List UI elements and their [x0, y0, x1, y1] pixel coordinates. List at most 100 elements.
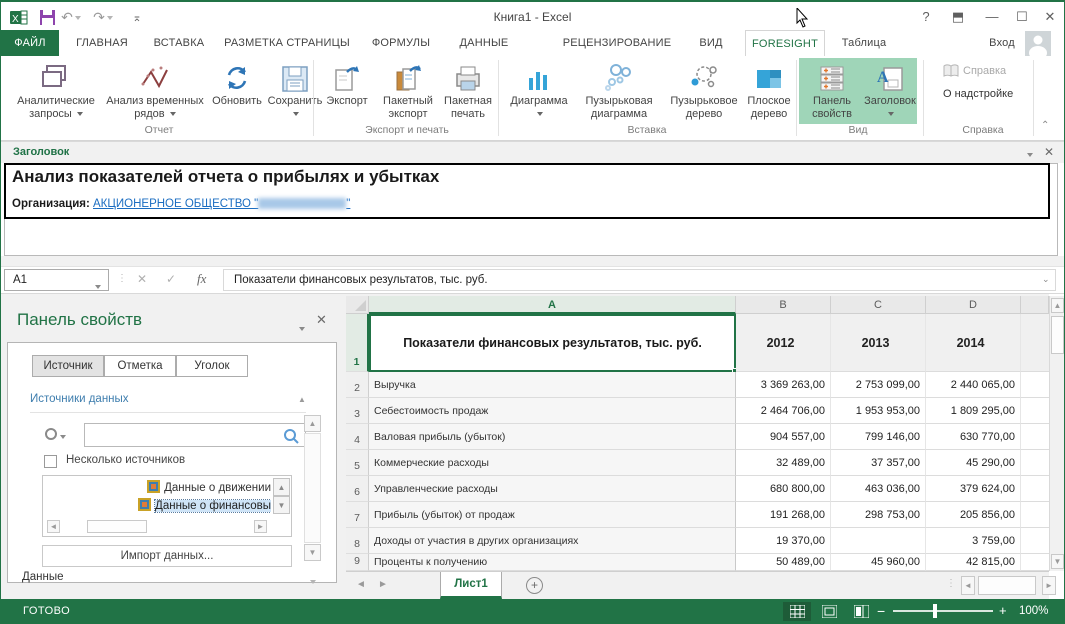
export-button[interactable]: Экспорт — [319, 58, 375, 108]
column-header-a[interactable]: A — [369, 296, 736, 314]
row-header[interactable]: 7 — [346, 502, 369, 528]
cell-value[interactable]: 45 960,00 — [831, 554, 926, 571]
flat-tree-button[interactable]: Плоское дерево — [743, 58, 795, 121]
list-item[interactable]: Данные о движении — [43, 478, 271, 496]
cell-value[interactable]: 379 624,00 — [926, 476, 1021, 502]
bubble-tree-button[interactable]: Пузырьковое дерево — [665, 58, 743, 121]
move-up-icon[interactable]: ▲ — [273, 478, 290, 496]
row-header[interactable]: 9 — [346, 554, 369, 571]
batch-export-button[interactable]: Пакетный экспорт — [375, 58, 441, 121]
tab-splitter[interactable]: ⋮ — [946, 578, 956, 589]
page-layout-view-icon[interactable] — [815, 602, 843, 621]
tab-formulas[interactable]: ФОРМУЛЫ — [361, 30, 441, 56]
tab-foresight[interactable]: FORESIGHT — [745, 30, 825, 56]
cell-value[interactable]: 799 146,00 — [831, 424, 926, 450]
cell-value[interactable]: 45 290,00 — [926, 450, 1021, 476]
cell-empty[interactable] — [1021, 528, 1049, 554]
column-header-b[interactable]: B — [736, 296, 831, 314]
name-box-splitter[interactable]: ⋮ — [117, 273, 127, 284]
cell-empty[interactable] — [1021, 398, 1049, 424]
sheet-nav-left-icon[interactable]: ◄ — [356, 579, 366, 590]
row-header-1[interactable]: 1 — [346, 314, 369, 372]
cell-label[interactable]: Валовая прибыль (убыток) — [369, 424, 736, 450]
bubble-chart-button[interactable]: Пузырьковая диаграмма — [573, 58, 665, 121]
sign-in-link[interactable]: Вход — [983, 30, 1021, 56]
cell-label[interactable]: Себестоимость продаж — [369, 398, 736, 424]
cell-c1[interactable]: 2013 — [831, 314, 926, 372]
row-header[interactable]: 4 — [346, 424, 369, 450]
chart-button[interactable]: Диаграмма — [505, 58, 573, 121]
section-collapse-icon[interactable]: ▲ — [298, 395, 306, 404]
cell-empty[interactable] — [1021, 424, 1049, 450]
cell-value[interactable]: 19 370,00 — [736, 528, 831, 554]
source-search-input[interactable] — [84, 423, 306, 447]
cell-empty[interactable] — [1021, 476, 1049, 502]
cell-value[interactable] — [831, 528, 926, 554]
cell-value[interactable]: 904 557,00 — [736, 424, 831, 450]
cell-value[interactable]: 3 759,00 — [926, 528, 1021, 554]
time-series-analysis-button[interactable]: Анализ временных рядов — [103, 58, 207, 121]
analytic-queries-button[interactable]: Аналитические запросы — [9, 58, 103, 121]
cell-d1[interactable]: 2014 — [926, 314, 1021, 372]
header-toggle-button[interactable]: A Заголовок — [863, 58, 917, 121]
cell-label[interactable]: Проценты к получению — [369, 554, 736, 571]
help-icon[interactable]: ? — [913, 8, 939, 26]
zoom-slider-track[interactable] — [893, 610, 993, 612]
sheet-tab-active[interactable]: Лист1 — [440, 572, 502, 599]
page-break-view-icon[interactable] — [847, 602, 875, 621]
cell-value[interactable]: 2 464 706,00 — [736, 398, 831, 424]
cell-empty[interactable] — [1021, 450, 1049, 476]
cell-label[interactable]: Доходы от участия в других организациях — [369, 528, 736, 554]
move-down-icon[interactable]: ▼ — [273, 496, 290, 514]
column-header-c[interactable]: C — [831, 296, 926, 314]
about-addin-button[interactable]: О надстройке — [943, 88, 1013, 100]
scroll-up-icon[interactable]: ▲ — [304, 415, 321, 432]
zoom-out-icon[interactable]: − — [877, 603, 885, 619]
cell-a1-selected[interactable]: Показатели финансовых результатов, тыс. … — [369, 314, 736, 372]
row-header[interactable]: 6 — [346, 476, 369, 502]
cell-value[interactable]: 50 489,00 — [736, 554, 831, 571]
cell-label[interactable]: Выручка — [369, 372, 736, 398]
grid-vscrollbar[interactable]: ▲ ▼ — [1049, 296, 1064, 571]
tab-page-layout[interactable]: РАЗМЕТКА СТРАНИЦЫ — [221, 30, 353, 56]
list-item-selected[interactable]: Данные о финансовы — [43, 496, 271, 514]
collapse-panel-icon[interactable] — [1025, 146, 1033, 164]
tab-file[interactable]: ФАЙЛ — [1, 30, 59, 56]
scroll-down-icon[interactable]: ▼ — [304, 544, 321, 561]
formula-input[interactable]: Показатели финансовых результатов, тыс. … — [223, 269, 1056, 291]
cell-value[interactable]: 42 815,00 — [926, 554, 1021, 571]
report-header-block[interactable]: Анализ показателей отчета о прибылях и у… — [4, 163, 1050, 219]
cell-empty[interactable] — [1021, 372, 1049, 398]
ribbon-display-options-icon[interactable]: ⬒ — [945, 8, 971, 26]
zoom-in-icon[interactable]: + — [999, 603, 1007, 618]
panel-scrollbar-track[interactable] — [304, 433, 321, 543]
cell-value[interactable]: 1 953 953,00 — [831, 398, 926, 424]
close-header-panel-icon[interactable]: ✕ — [1044, 145, 1054, 159]
insert-function-icon[interactable]: fx — [197, 271, 206, 287]
tab-insert[interactable]: ВСТАВКА — [145, 30, 213, 56]
collapse-ribbon-icon[interactable]: ⌃ — [1041, 120, 1049, 131]
panel-collapse-icon[interactable] — [297, 320, 305, 338]
row-header[interactable]: 5 — [346, 450, 369, 476]
batch-print-button[interactable]: Пакетная печать — [441, 58, 495, 121]
save-report-button[interactable]: Сохранить — [265, 58, 325, 121]
tab-mark[interactable]: Отметка — [104, 355, 176, 377]
zoom-slider-handle[interactable] — [933, 604, 937, 618]
row-header[interactable]: 8 — [346, 528, 369, 554]
maximize-icon[interactable]: ☐ — [1009, 8, 1035, 26]
sources-section-header[interactable]: Источники данных ▲ — [30, 391, 306, 413]
cell-b1[interactable]: 2012 — [736, 314, 831, 372]
cell-value[interactable]: 298 753,00 — [831, 502, 926, 528]
cell-empty[interactable] — [1021, 502, 1049, 528]
select-all-corner[interactable] — [346, 296, 369, 314]
tab-table[interactable]: Таблица — [835, 30, 893, 56]
minimize-icon[interactable]: — — [979, 8, 1005, 26]
cell-value[interactable]: 630 770,00 — [926, 424, 1021, 450]
row-header[interactable]: 2 — [346, 372, 369, 398]
avatar[interactable] — [1025, 31, 1051, 56]
zoom-level[interactable]: 100% — [1019, 605, 1048, 617]
cell-value[interactable]: 37 357,00 — [831, 450, 926, 476]
cell-e1[interactable] — [1021, 314, 1049, 372]
name-box[interactable]: A1 — [4, 269, 109, 291]
new-sheet-icon[interactable]: + — [526, 577, 543, 594]
